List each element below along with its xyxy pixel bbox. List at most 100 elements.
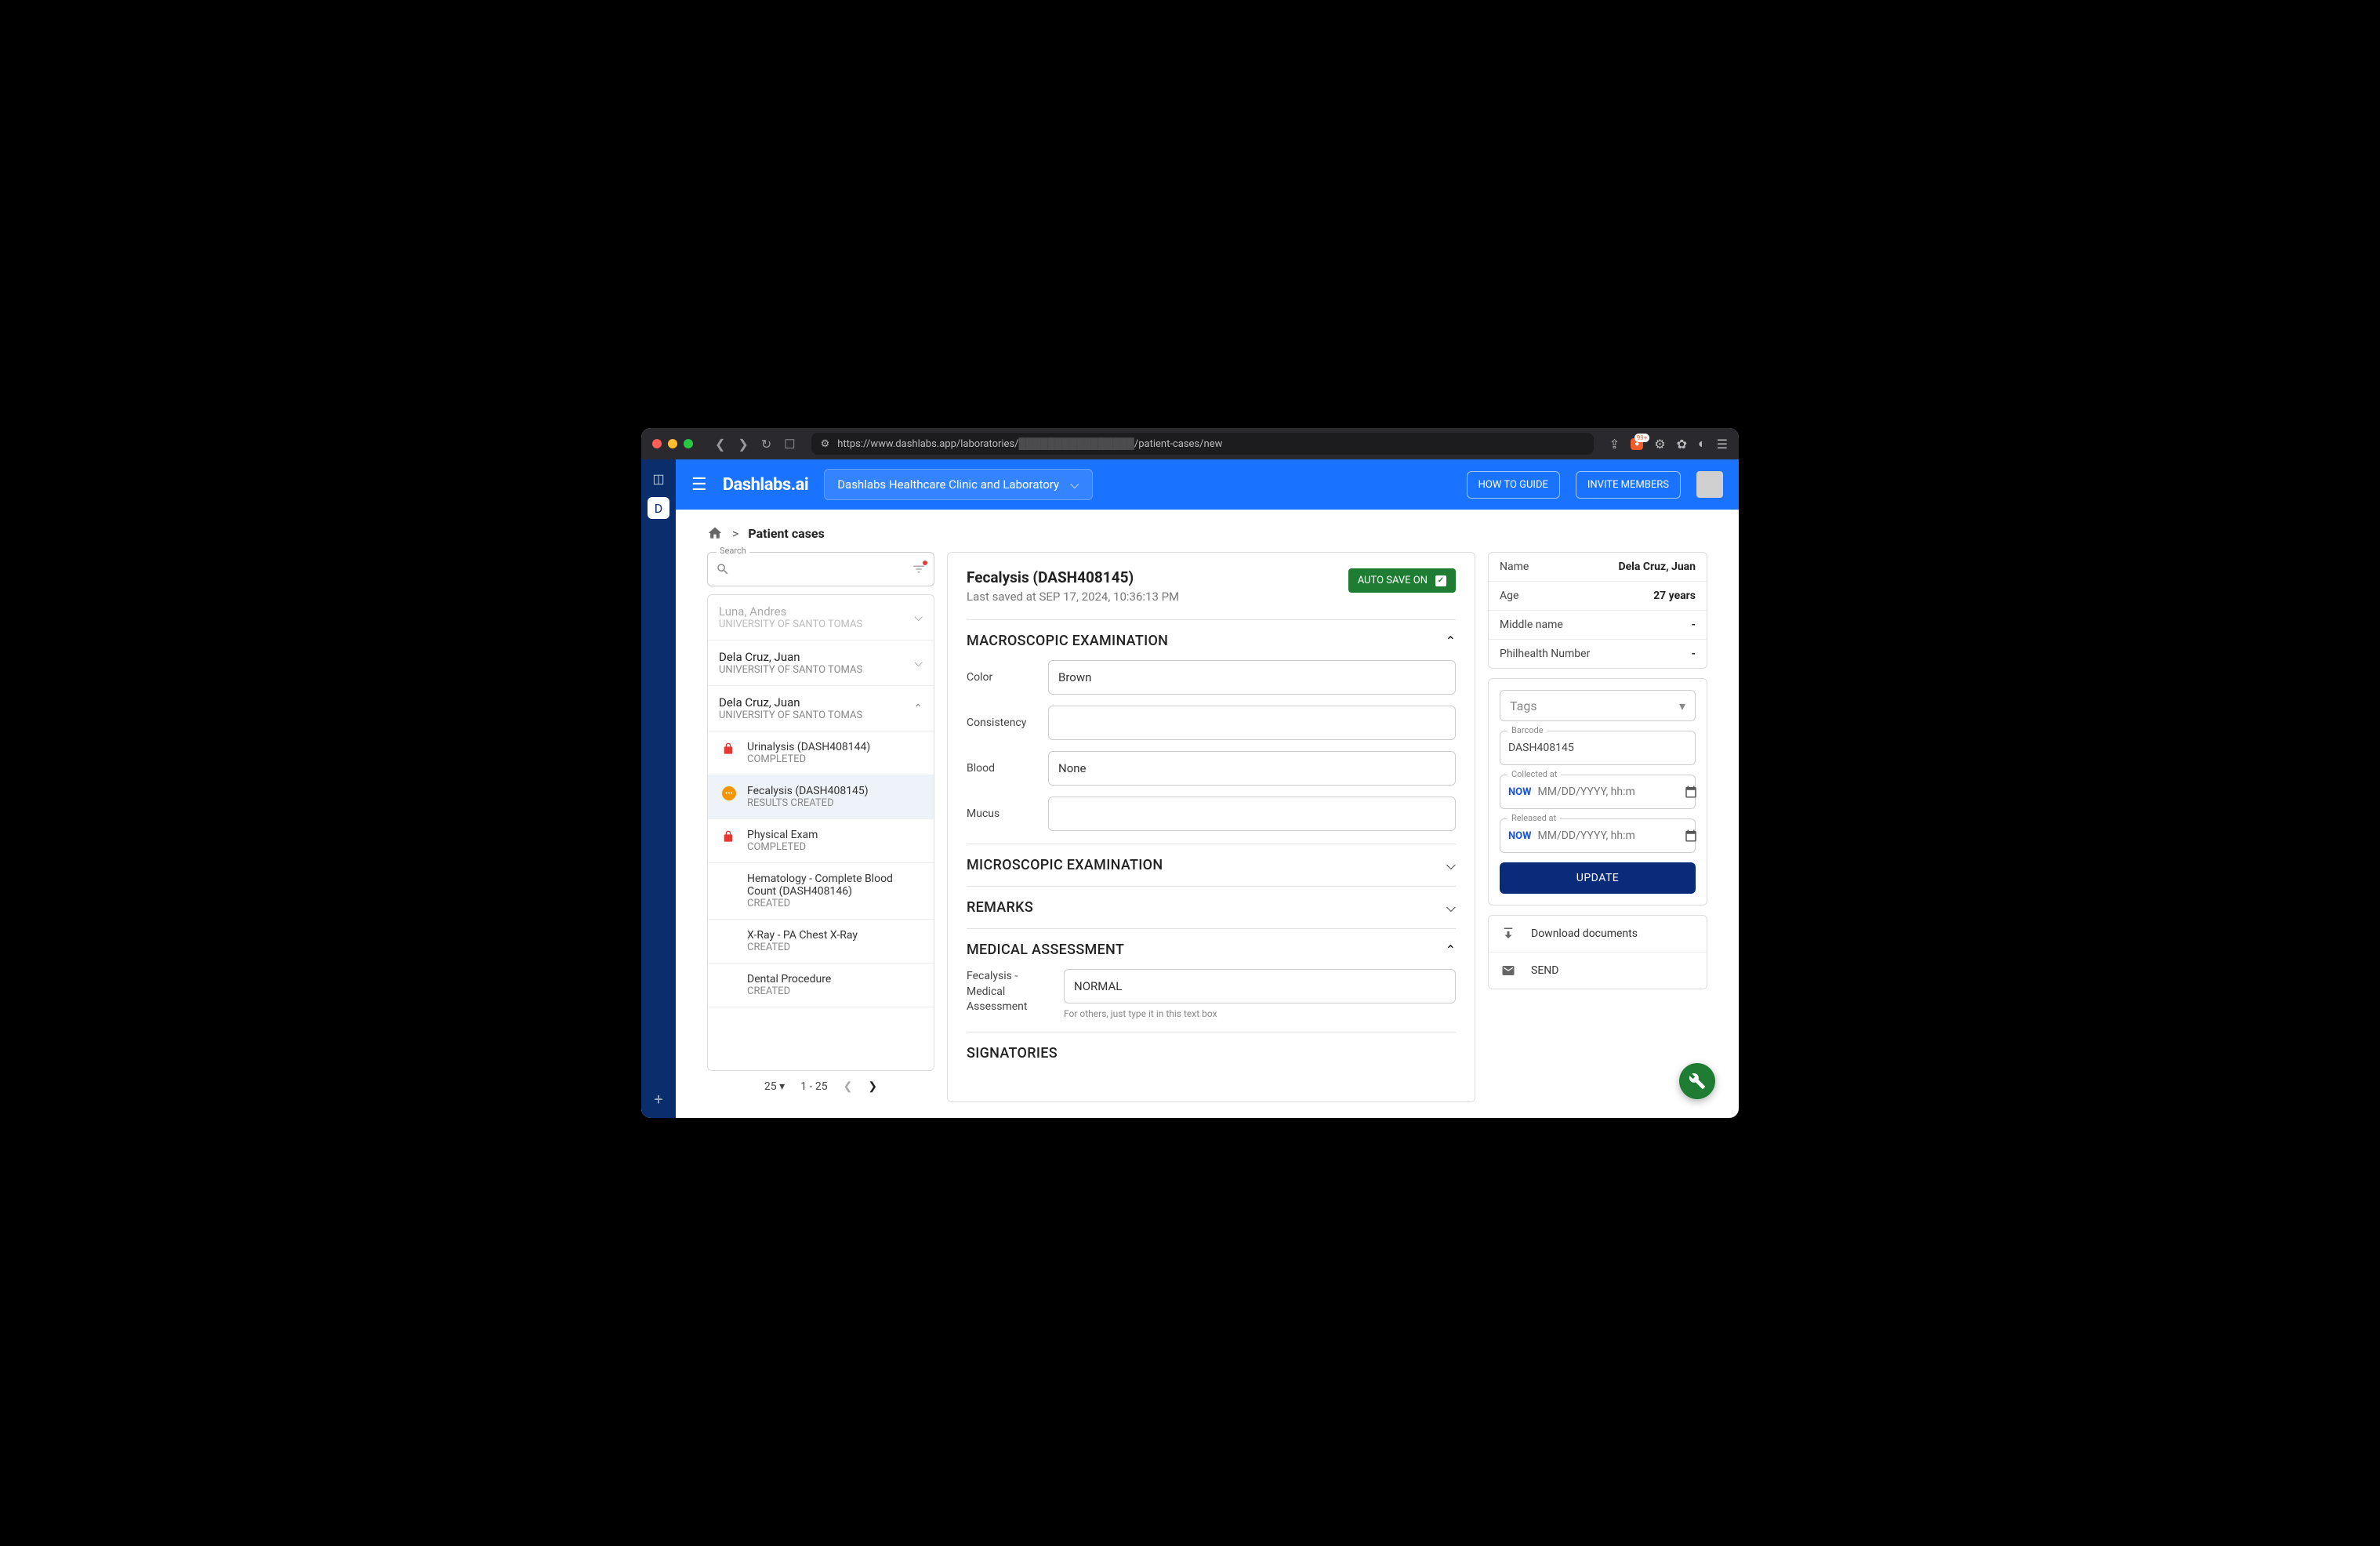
chevron-down-icon: ⌵ [1446,858,1456,873]
page-prev-icon[interactable]: ❮ [844,1080,853,1093]
tags-select[interactable]: Tags ▾ [1500,690,1696,721]
medassess-input[interactable] [1064,969,1456,1003]
window-min-icon[interactable] [668,439,677,448]
dropdown-icon: ▾ [1679,699,1685,713]
patient-case-list: Luna, Andres UNIVERSITY OF SANTO TOMAS ⌵… [707,594,934,1071]
send-action[interactable]: SEND [1489,953,1707,989]
test-item[interactable]: X-Ray - PA Chest X-RayCREATED [708,920,934,964]
barcode-input[interactable] [1508,742,1687,754]
siderail-app-icon[interactable]: D [648,497,669,519]
calendar-icon[interactable] [1684,829,1698,843]
test-item[interactable]: Hematology - Complete Blood Count (DASH4… [708,863,934,920]
blood-input[interactable] [1048,751,1456,786]
page-range: 1 - 25 [800,1080,827,1093]
url-bar[interactable]: ⚙ https://www.dashlabs.app/laboratories/… [811,433,1594,455]
color-input[interactable] [1048,660,1456,695]
field-label: Barcode [1507,725,1547,735]
hamburger-icon[interactable]: ☰ [691,475,707,495]
case-title: Fecalysis (DASH408145) [967,568,1179,586]
siderail-add-icon[interactable]: + [654,1090,662,1109]
test-item[interactable]: ••• Fecalysis (DASH408145)RESULTS CREATE… [708,775,934,819]
filter-icon[interactable] [912,562,926,576]
chevron-down-icon: ⌵ [914,657,923,670]
test-item[interactable]: Dental ProcedureCREATED [708,964,934,1007]
patient-case-item[interactable]: Luna, Andres UNIVERSITY OF SANTO TOMAS ⌵ [708,595,934,641]
test-status: CREATED [747,898,923,909]
patient-org: UNIVERSITY OF SANTO TOMAS [719,709,862,721]
patient-name: Dela Cruz, Juan [719,695,862,709]
released-input[interactable] [1538,829,1678,842]
org-selector[interactable]: Dashlabs Healthcare Clinic and Laborator… [824,469,1092,500]
invite-button[interactable]: INVITE MEMBERS [1576,471,1681,499]
search-input[interactable] [736,563,905,575]
now-button[interactable]: NOW [1508,786,1532,798]
section-signatories-header[interactable]: SIGNATORIES [967,1045,1456,1062]
tools-fab[interactable] [1679,1063,1715,1099]
user-avatar[interactable] [1696,471,1723,498]
collected-input[interactable] [1538,786,1678,798]
section-micro-header[interactable]: MICROSCOPIC EXAMINATION ⌵ [967,857,1456,873]
howto-button[interactable]: HOW TO GUIDE [1467,471,1560,499]
test-title: X-Ray - PA Chest X-Ray [747,929,858,942]
leaf-icon[interactable]: ✿ [1677,437,1687,452]
tags-label: Tags [1510,699,1537,713]
field-label: Blood [967,762,1037,775]
info-value: 27 years [1653,590,1696,602]
bookmark-icon[interactable]: ☐ [784,437,795,452]
page-size[interactable]: 25 ▾ [764,1080,785,1093]
pending-icon: ••• [722,786,736,800]
nav-reload-icon[interactable]: ↻ [761,437,771,452]
chevron-down-icon: ⌵ [914,612,923,624]
moon-icon[interactable]: ◐ [1698,436,1706,452]
test-status: RESULTS CREATED [747,797,869,809]
page-next-icon[interactable]: ❯ [868,1080,877,1093]
chevron-down-icon: ⌵ [1446,900,1456,916]
app-topbar: ☰ Dashlabs.ai Dashlabs Healthcare Clinic… [676,459,1739,510]
nav-forward-icon[interactable]: ❯ [738,437,748,452]
lock-icon [722,742,736,755]
section-macro-header[interactable]: MACROSCOPIC EXAMINATION ⌃ [967,633,1456,649]
menu-icon[interactable]: ☰ [1717,437,1728,452]
calendar-icon[interactable] [1684,785,1698,799]
breadcrumb-sep: > [732,526,738,541]
download-documents[interactable]: Download documents [1489,916,1707,953]
siderail-panel-icon[interactable]: ◫ [648,467,669,489]
chevron-up-icon: ⌃ [1446,633,1456,648]
breadcrumb: > Patient cases [707,525,1707,541]
consistency-input[interactable] [1048,706,1456,740]
org-name: Dashlabs Healthcare Clinic and Laborator… [837,477,1059,492]
section-title: SIGNATORIES [967,1045,1058,1062]
window-max-icon[interactable] [684,439,693,448]
browser-siderail: ◫ D + [641,459,676,1118]
chevron-up-icon: ⌃ [913,702,923,715]
brave-shield-icon[interactable]: ● [1631,438,1643,450]
patient-name: Luna, Andres [719,604,862,619]
breadcrumb-current: Patient cases [748,526,824,541]
pager: 25 ▾ 1 - 25 ❮ ❯ [707,1071,934,1102]
field-label: Fecalysis - Medical Assessment [967,969,1053,1015]
patient-org: UNIVERSITY OF SANTO TOMAS [719,664,862,676]
url-text: https://www.dashlabs.app/laboratories/██… [837,437,1222,450]
now-button[interactable]: NOW [1508,830,1532,842]
test-item[interactable]: Urinalysis (DASH408144)COMPLETED [708,731,934,775]
patient-info: NameDela Cruz, Juan Age27 years Middle n… [1488,552,1707,669]
update-button[interactable]: UPDATE [1500,862,1696,894]
extensions-icon[interactable]: ⚙ [1654,437,1665,452]
home-icon[interactable] [707,525,723,541]
site-settings-icon[interactable]: ⚙ [821,438,830,450]
patient-case-item[interactable]: Dela Cruz, Juan UNIVERSITY OF SANTO TOMA… [708,641,934,686]
window-close-icon[interactable] [652,439,662,448]
action-label: SEND [1531,964,1558,977]
share-icon[interactable]: ⇪ [1609,437,1620,452]
nav-back-icon[interactable]: ❮ [715,437,725,452]
section-medassess-header[interactable]: MEDICAL ASSESSMENT ⌃ [967,942,1456,958]
test-status: COMPLETED [747,841,818,853]
autosave-toggle[interactable]: AUTO SAVE ON ✓ [1348,568,1456,593]
section-remarks-header[interactable]: REMARKS ⌵ [967,899,1456,916]
mucus-input[interactable] [1048,797,1456,831]
test-item[interactable]: Physical ExamCOMPLETED [708,819,934,863]
section-title: MEDICAL ASSESSMENT [967,942,1124,958]
send-icon [1501,964,1515,978]
field-label: Color [967,671,1037,684]
patient-case-item[interactable]: Dela Cruz, Juan UNIVERSITY OF SANTO TOMA… [708,686,934,731]
